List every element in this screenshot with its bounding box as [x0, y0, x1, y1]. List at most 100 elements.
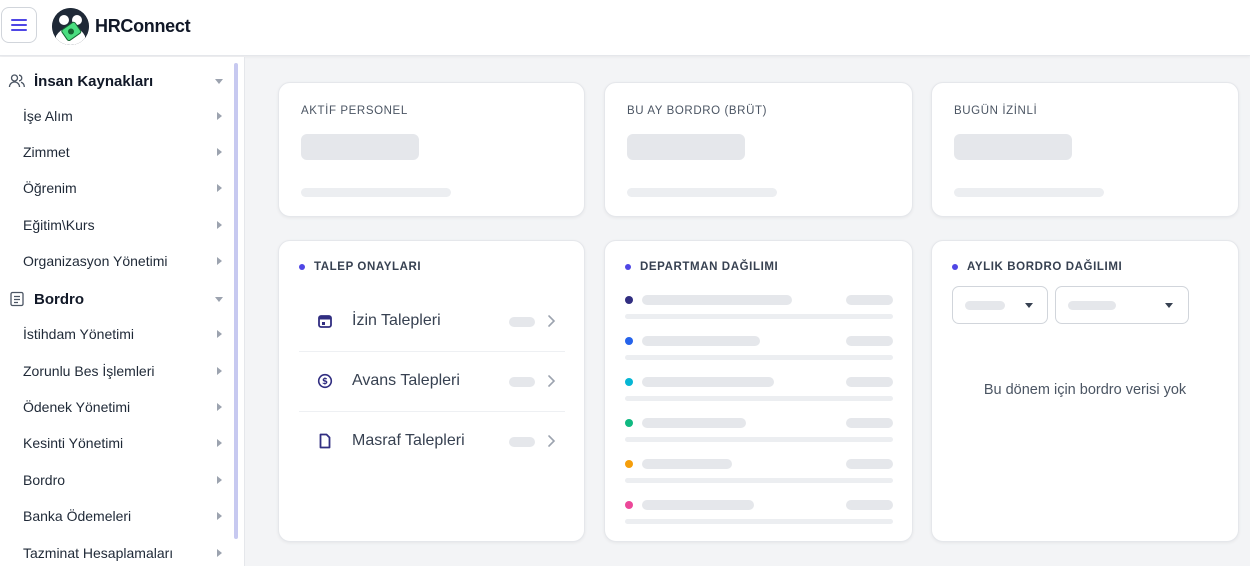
monthly-payroll-title: AYLIK BORDRO DAĞILIMI — [952, 261, 1122, 273]
department-progress-skeleton — [625, 355, 893, 360]
request-row-advance[interactable]: $ Avans Talepleri — [299, 352, 565, 412]
caret-down-icon — [1165, 303, 1173, 308]
hrconnect-logo[interactable] — [52, 8, 89, 45]
select-value-skeleton — [965, 301, 1005, 310]
department-progress-skeleton — [625, 519, 893, 524]
request-label: İzin Talepleri — [352, 312, 441, 329]
sidebar-item-label: Ödenek Yönetimi — [23, 399, 131, 415]
department-name-skeleton — [642, 336, 760, 346]
request-row-expense[interactable]: Masraf Talepleri — [299, 412, 565, 472]
department-row — [625, 295, 893, 326]
sidebar-item-label: Banka Ödemeleri — [23, 508, 132, 524]
sidebar-item-label: Organizasyon Yönetimi — [23, 253, 168, 269]
sidebar-group-insan-kaynaklari[interactable]: İnsan Kaynakları — [0, 63, 232, 99]
department-name-skeleton — [642, 500, 754, 510]
sidebar-item-bordro[interactable]: Bordro — [0, 462, 232, 498]
stat-card-payroll: BU AY BORDRO (BRÜT) — [604, 82, 913, 217]
department-color-dot — [625, 337, 633, 345]
sidebar-item-label: Kesinti Yönetimi — [23, 435, 124, 451]
approvals-card: TALEP ONAYLARI İzin Talepleri $ Avans Ta… — [278, 240, 585, 542]
sidebar-item-kesinti-yonetimi[interactable]: Kesinti Yönetimi — [0, 425, 232, 461]
sidebar-item-egitim-kurs[interactable]: Eğitim\Kurs — [0, 207, 232, 243]
stat-value-skeleton — [954, 134, 1072, 160]
count-skeleton — [509, 437, 535, 447]
chevron-right-icon — [548, 435, 556, 447]
sidebar-item-label: Zimmet — [23, 144, 70, 160]
chevron-right-icon — [548, 375, 556, 387]
department-row — [625, 418, 893, 449]
request-label: Avans Talepleri — [352, 372, 460, 389]
count-skeleton — [509, 317, 535, 327]
section-title-text: AYLIK BORDRO DAĞILIMI — [967, 261, 1123, 273]
department-name-skeleton — [642, 459, 732, 469]
caret-down-icon — [1025, 303, 1033, 308]
year-select[interactable] — [1055, 286, 1189, 324]
request-label: Masraf Talepleri — [352, 432, 465, 449]
stat-card-on-leave: BUGÜN İZİNLİ — [931, 82, 1239, 217]
caret-right-icon — [212, 145, 226, 159]
caret-right-icon — [212, 473, 226, 487]
department-row — [625, 336, 893, 367]
department-color-dot — [625, 378, 633, 386]
sidebar-group-bordro[interactable]: Bordro — [0, 281, 232, 317]
sidebar-item-zimmet[interactable]: Zimmet — [0, 134, 232, 170]
stat-label: BUGÜN İZİNLİ — [954, 105, 1038, 117]
bullet-dot-icon — [625, 264, 631, 270]
chevron-right-icon — [548, 315, 556, 327]
caret-right-icon — [212, 509, 226, 523]
sidebar-item-odenek-yonetimi[interactable]: Ödenek Yönetimi — [0, 389, 232, 425]
caret-right-icon — [212, 254, 226, 268]
caret-right-icon — [212, 546, 226, 560]
calendar-icon — [318, 315, 332, 328]
bullet-dot-icon — [952, 264, 958, 270]
sidebar-item-tazminat-hesaplamalari[interactable]: Tazminat Hesaplamaları — [0, 535, 232, 566]
department-color-dot — [625, 296, 633, 304]
department-value-skeleton — [846, 377, 893, 387]
sidebar-item-label: Eğitim\Kurs — [23, 217, 95, 233]
sidebar-item-label: İstihdam Yönetimi — [23, 326, 135, 342]
department-color-dot — [625, 419, 633, 427]
department-progress-skeleton — [625, 478, 893, 483]
app-title[interactable]: HRConnect — [95, 16, 191, 37]
sidebar-item-label: Bordro — [23, 472, 66, 488]
department-name-skeleton — [642, 418, 746, 428]
sidebar-item-zorunlu-bes-islemleri[interactable]: Zorunlu Bes İşlemleri — [0, 353, 232, 389]
department-row — [625, 377, 893, 408]
department-value-skeleton — [846, 295, 893, 305]
svg-text:$: $ — [322, 377, 328, 387]
sidebar-item-organizasyon-yonetimi[interactable]: Organizasyon Yönetimi — [0, 243, 232, 279]
caret-right-icon — [212, 436, 226, 450]
caret-right-icon — [212, 218, 226, 232]
stat-label: BU AY BORDRO (BRÜT) — [627, 105, 768, 117]
department-row — [625, 500, 893, 531]
caret-down-icon — [212, 74, 226, 88]
empty-state-text: Bu dönem için bordro verisi yok — [983, 382, 1187, 398]
sidebar-item-istihdam-yonetimi[interactable]: İstihdam Yönetimi — [0, 316, 232, 352]
caret-right-icon — [212, 109, 226, 123]
sidebar-scrollbar[interactable] — [234, 63, 238, 539]
sidebar-item-label: Tazminat Hesaplamaları — [23, 545, 174, 561]
month-select[interactable] — [952, 286, 1048, 324]
caret-right-icon — [212, 364, 226, 378]
department-value-skeleton — [846, 459, 893, 469]
sidebar-item-banka-odemeleri[interactable]: Banka Ödemeleri — [0, 498, 232, 534]
sidebar-item-ise-alim[interactable]: İşe Alım — [0, 98, 232, 134]
menu-toggle-button[interactable] — [1, 7, 37, 43]
departments-card: DEPARTMAN DAĞILIMI — [604, 240, 913, 542]
dollar-circle-icon: $ — [317, 373, 333, 389]
sidebar-item-label: Zorunlu Bes İşlemleri — [23, 363, 155, 379]
hamburger-icon — [11, 19, 27, 31]
users-icon — [8, 72, 26, 90]
caret-down-icon — [212, 292, 226, 306]
sidebar-item-ogrenim[interactable]: Öğrenim — [0, 170, 232, 206]
request-row-leave[interactable]: İzin Talepleri — [299, 292, 565, 352]
stat-sub-skeleton — [301, 188, 451, 197]
department-name-skeleton — [642, 377, 774, 387]
department-progress-skeleton — [625, 396, 893, 401]
section-title-text: DEPARTMAN DAĞILIMI — [640, 261, 779, 273]
document-icon — [8, 290, 26, 308]
department-color-dot — [625, 460, 633, 468]
sidebar-group-label: Bordro — [34, 290, 84, 308]
sidebar-item-label: İşe Alım — [23, 108, 73, 124]
bullet-dot-icon — [299, 264, 305, 270]
